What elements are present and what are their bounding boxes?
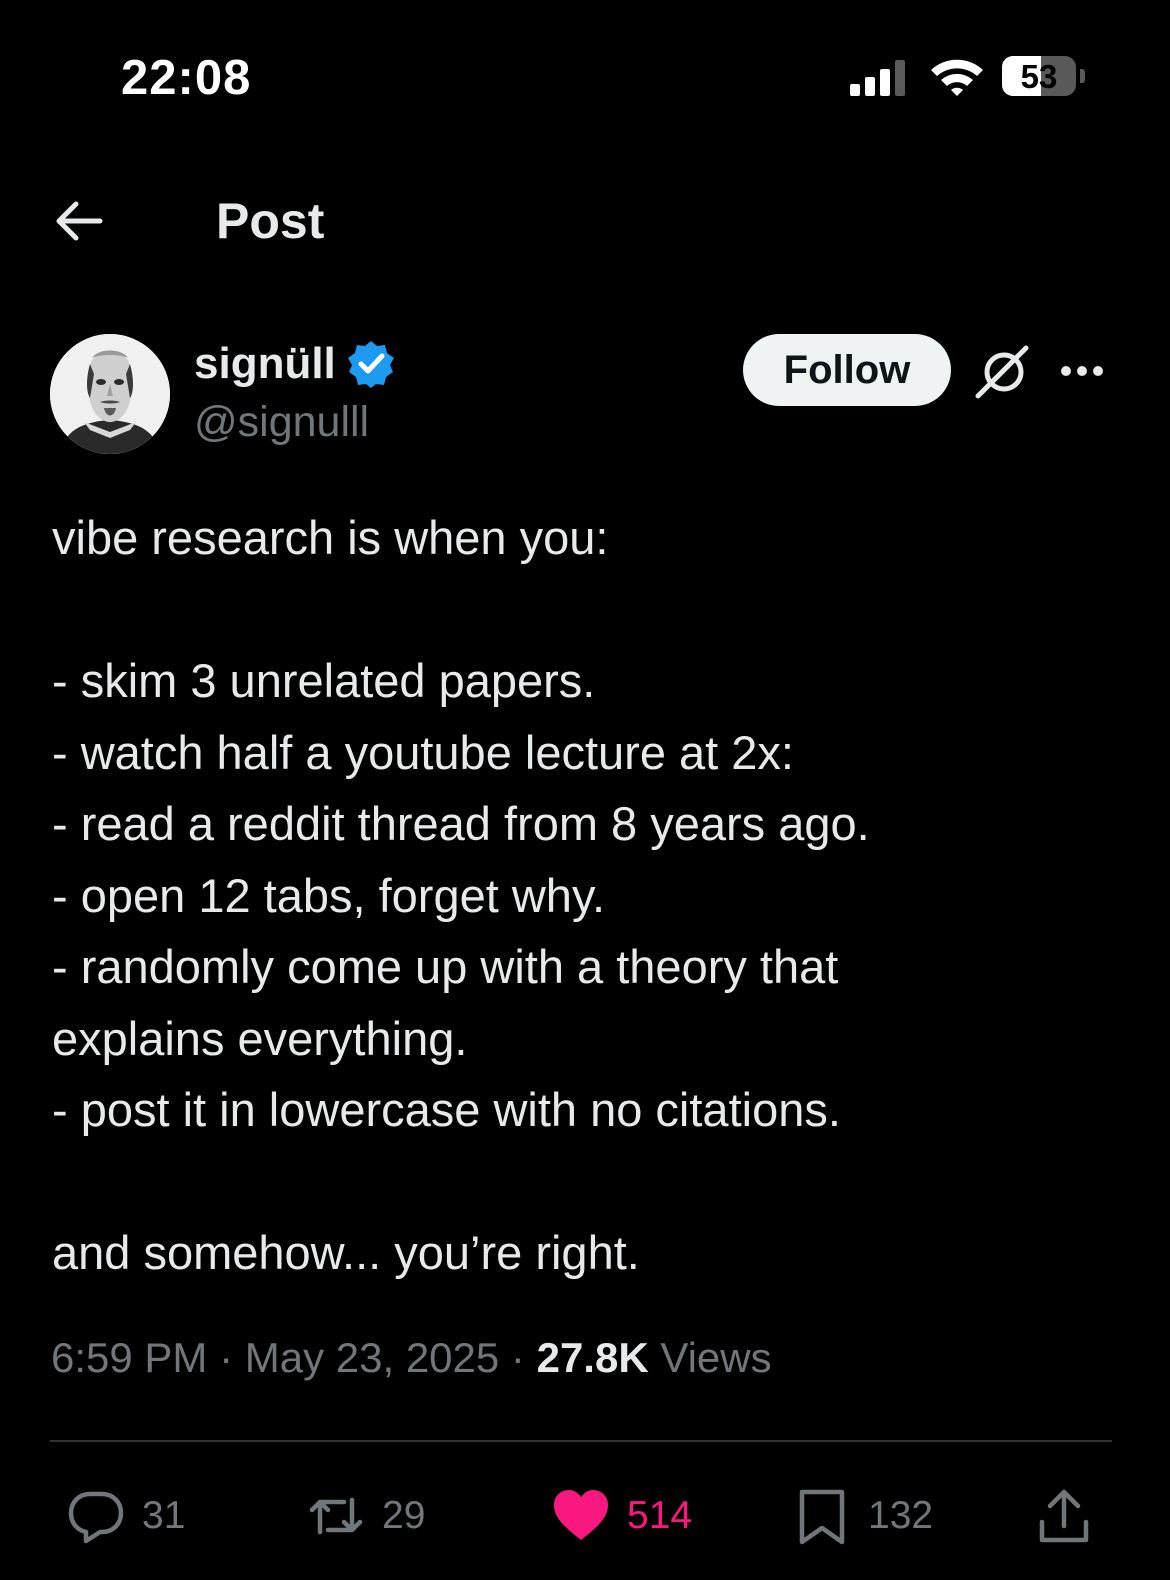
post-line: vibe research is when you: (52, 511, 609, 564)
reply-icon (68, 1491, 124, 1544)
meta-separator: · (499, 1334, 537, 1381)
post-meta: 6:59 PM · May 23, 2025 · 27.8K Views (51, 1334, 772, 1382)
repost-icon (309, 1497, 363, 1535)
post-line (52, 1146, 1122, 1218)
bookmark-button[interactable]: 132 (792, 1470, 933, 1562)
post-line: - post it in lowercase with no citations… (52, 1083, 841, 1136)
share-button[interactable] (1034, 1470, 1094, 1562)
cellular-signal-icon (850, 60, 905, 96)
verified-badge-icon (347, 341, 394, 388)
post-line: - skim 3 unrelated papers. (52, 654, 596, 707)
wifi-icon (931, 59, 983, 96)
views-label: Views (660, 1334, 772, 1381)
grok-icon[interactable] (972, 344, 1032, 400)
repost-count: 29 (382, 1494, 426, 1537)
reply-count: 31 (142, 1494, 186, 1537)
reply-button[interactable]: 31 (66, 1470, 185, 1562)
status-time: 22:08 (121, 51, 252, 105)
more-options-icon[interactable] (1056, 348, 1108, 394)
action-bar: 31 29 514 132 (0, 1470, 1170, 1570)
battery-body: 53 (1002, 56, 1076, 96)
like-button[interactable]: 514 (551, 1470, 692, 1562)
share-icon (1039, 1489, 1089, 1543)
battery-percentage: 53 (1020, 58, 1058, 95)
avatar[interactable] (50, 334, 170, 454)
post-line: - randomly come up with a theory that (52, 940, 839, 993)
status-bar: 22:08 53 (0, 0, 1170, 150)
post-line: - read a reddit thread from 8 years ago. (52, 797, 870, 850)
post-date[interactable]: May 23, 2025 (245, 1334, 500, 1381)
views-count[interactable]: 27.8K (537, 1334, 649, 1381)
bookmark-count: 132 (868, 1494, 934, 1537)
post-line: and somehow... you’re right. (52, 1226, 640, 1279)
shakespeare-portrait-icon (50, 334, 170, 454)
page-title: Post (216, 193, 325, 249)
display-name-row: signüll (194, 336, 396, 392)
divider (50, 1440, 1112, 1442)
post-text: vibe research is when you: - skim 3 unre… (52, 502, 1122, 1289)
post-line: explains everything. (52, 1011, 468, 1065)
meta-separator: · (207, 1334, 245, 1381)
user-handle[interactable]: @signulll (194, 398, 369, 447)
post-header: Post (0, 170, 1170, 270)
battery-indicator: 53 (1002, 56, 1088, 100)
repost-button[interactable]: 29 (306, 1470, 425, 1562)
post-line (52, 574, 1122, 646)
post-line: - open 12 tabs, forget why. (52, 868, 606, 922)
battery-cap (1080, 69, 1085, 83)
back-arrow-icon[interactable] (50, 192, 108, 250)
post-line: - watch half a youtube lecture at 2x: (52, 725, 794, 779)
author-row: signüll @signulll Follow (0, 330, 1170, 460)
heart-icon (554, 1490, 608, 1540)
follow-button[interactable]: Follow (743, 334, 951, 406)
bookmark-icon (799, 1489, 845, 1545)
post-time[interactable]: 6:59 PM (51, 1334, 207, 1381)
display-name[interactable]: signüll (194, 339, 336, 389)
like-count: 514 (627, 1494, 693, 1537)
